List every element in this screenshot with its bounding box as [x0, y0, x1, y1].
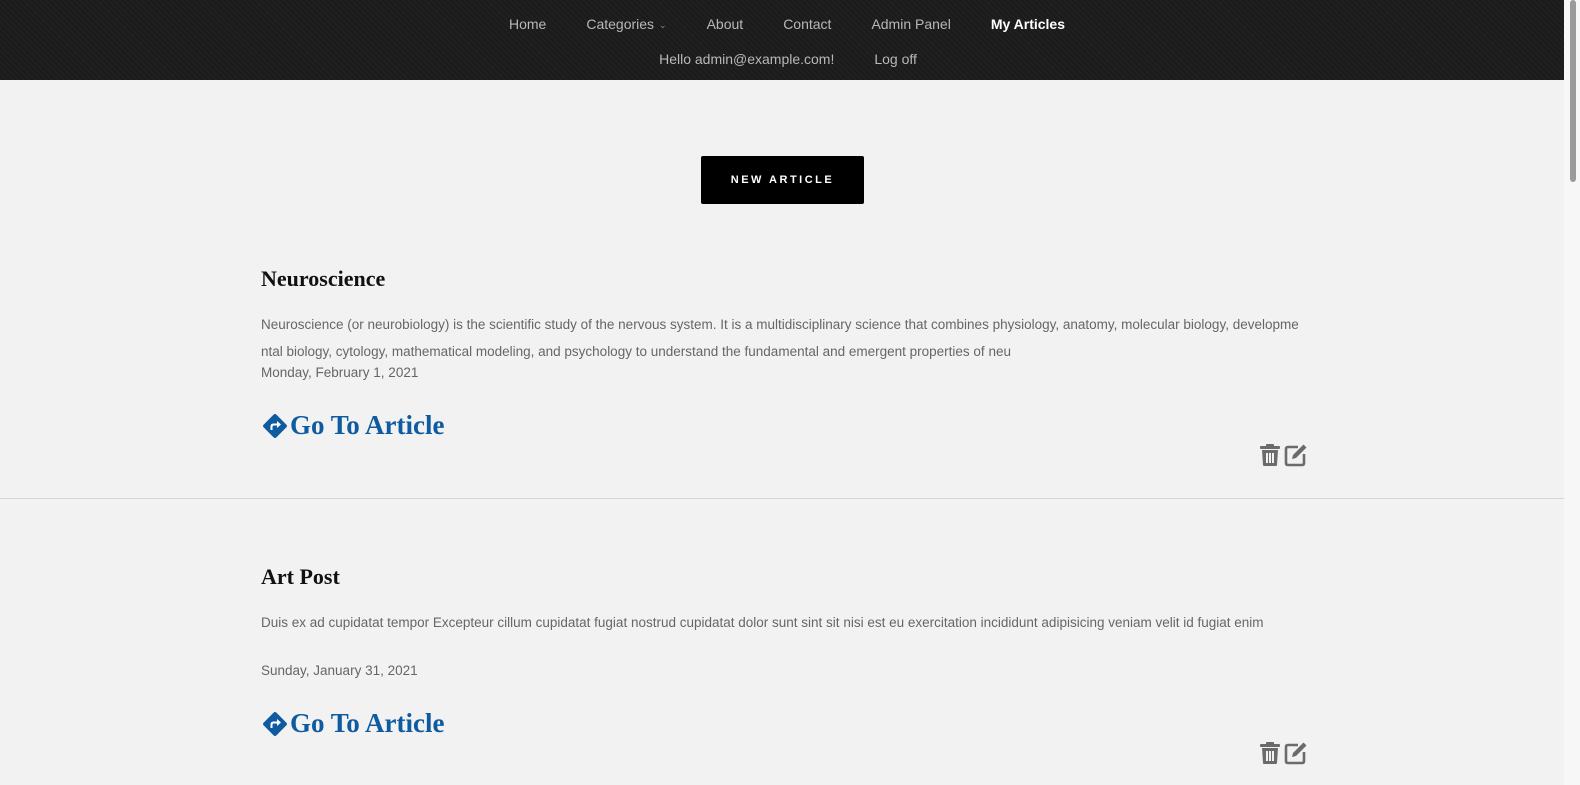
go-to-article-label: Go To Article: [290, 708, 445, 738]
main-nav: Home Categories ⌄ About Contact Admin Pan…: [0, 15, 1564, 34]
go-to-article-link[interactable]: Go To Article: [261, 708, 445, 739]
nav-home-link[interactable]: Home: [509, 15, 546, 34]
account-nav: Hello admin@example.com! Log off: [0, 50, 1564, 68]
article-title: Art Post: [261, 564, 340, 589]
go-to-article-link[interactable]: Go To Article: [261, 410, 445, 441]
article-card: Art Post Duis ex ad cupidatat tempor Exc…: [261, 564, 1308, 774]
trash-icon[interactable]: [1258, 741, 1282, 765]
vertical-scrollbar[interactable]: [1564, 0, 1580, 785]
article-date: Monday, February 1, 2021: [261, 365, 419, 380]
new-article-button[interactable]: NEW ARTICLE: [701, 156, 864, 204]
top-navigation-bar: Home Categories ⌄ About Contact Admin Pan…: [0, 0, 1564, 80]
trash-icon[interactable]: [1258, 443, 1282, 467]
nav-admin-panel-link[interactable]: Admin Panel: [871, 15, 950, 34]
nav-about-link[interactable]: About: [707, 15, 744, 34]
share-square-icon: [263, 711, 287, 736]
edit-icon[interactable]: [1284, 741, 1308, 765]
nav-contact-link[interactable]: Contact: [783, 15, 831, 34]
article-excerpt: Duis ex ad cupidatat tempor Excepteur ci…: [261, 615, 1264, 630]
share-square-icon: [263, 413, 287, 438]
article-title: Neuroscience: [261, 266, 386, 291]
nav-categories-label: Categories: [586, 16, 655, 32]
user-greeting-link[interactable]: Hello admin@example.com!: [659, 50, 834, 68]
nav-my-articles-link[interactable]: My Articles: [991, 15, 1065, 34]
go-to-article-label: Go To Article: [290, 410, 445, 440]
article-actions: [1258, 443, 1308, 467]
edit-icon[interactable]: [1284, 443, 1308, 467]
article-date: Sunday, January 31, 2021: [261, 663, 418, 678]
chevron-down-icon: ⌄: [659, 20, 667, 31]
nav-categories-link[interactable]: Categories ⌄: [586, 15, 666, 34]
article-divider: [0, 498, 1564, 499]
logoff-link[interactable]: Log off: [874, 50, 917, 68]
scrollbar-thumb[interactable]: [1570, 0, 1576, 182]
article-actions: [1258, 741, 1308, 765]
page: Home Categories ⌄ About Contact Admin Pan…: [0, 0, 1580, 785]
article-card: Neuroscience Neuroscience (or neurobiolo…: [261, 266, 1308, 476]
article-excerpt: Neuroscience (or neurobiology) is the sc…: [261, 317, 1299, 359]
